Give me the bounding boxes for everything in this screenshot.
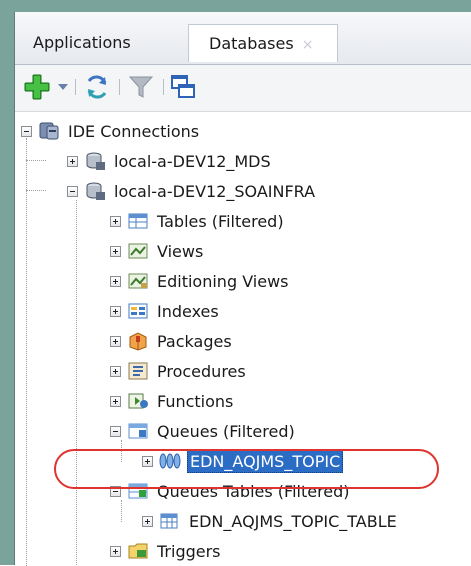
expand-toggle[interactable] (110, 215, 121, 227)
tree-node-packages[interactable]: Packages (110, 326, 234, 356)
table-icon (160, 513, 178, 529)
toolbar-separator (119, 79, 120, 95)
tree-node-label: Tables (Filtered) (157, 211, 284, 231)
tree-node-label: Procedures (157, 361, 246, 381)
procedures-icon (128, 362, 148, 380)
tree-node-queues[interactable]: Queues (Filtered) (110, 416, 297, 446)
tree-node-label: IDE Connections (68, 121, 200, 141)
tree-node-connection[interactable]: local-a-DEV12_MDS (67, 146, 273, 176)
tree-node-views[interactable]: Views (110, 236, 205, 266)
tree-node-root[interactable]: IDE Connections (21, 116, 201, 146)
tree-node-label: Functions (157, 391, 234, 411)
tree-node-indexes[interactable]: Indexes (110, 296, 221, 326)
tab-applications[interactable]: Applications (23, 28, 141, 58)
functions-icon (128, 393, 148, 409)
tree-connector (26, 138, 27, 566)
expand-toggle[interactable] (67, 155, 78, 167)
tab-databases-label: Databases (209, 34, 294, 53)
tree-node-label: Packages (157, 331, 232, 351)
collapse-toggle[interactable] (67, 185, 78, 197)
indexes-icon (128, 303, 148, 319)
expand-toggle[interactable] (110, 395, 121, 407)
tree-connector (26, 160, 46, 161)
editioning-views-icon (128, 273, 148, 289)
close-icon[interactable]: × (302, 37, 314, 53)
connections-icon (39, 122, 59, 140)
refresh-icon[interactable] (83, 73, 111, 101)
views-icon (128, 243, 148, 259)
toolbar-separator (163, 79, 164, 95)
packages-icon (129, 332, 147, 351)
tree-node-table-edn-aqjms-topic-table[interactable]: EDN_AQJMS_TOPIC_TABLE (142, 506, 399, 536)
tree-node-label: Views (157, 241, 204, 261)
expand-toggle[interactable] (110, 275, 121, 287)
toolbar-separator (75, 79, 76, 95)
tree-node-tables[interactable]: Tables (Filtered) (110, 206, 286, 236)
tree-node-label: EDN_AQJMS_TOPIC_TABLE (189, 511, 397, 531)
tree-node-connection[interactable]: local-a-DEV12_SOAINFRA (67, 176, 317, 206)
queues-icon (128, 423, 148, 439)
tree-node-functions[interactable]: Functions (110, 386, 235, 416)
tree-connector (26, 190, 46, 191)
windows-icon[interactable] (169, 73, 197, 101)
tree-connector (76, 200, 77, 565)
window-frame-left (0, 0, 14, 565)
expand-toggle[interactable] (110, 365, 121, 377)
toolbar (15, 65, 471, 112)
tables-icon (128, 213, 148, 229)
filter-icon[interactable] (127, 73, 155, 101)
dropdown-arrow-icon[interactable] (57, 81, 69, 93)
collapse-toggle[interactable] (110, 425, 121, 437)
tree-node-procedures[interactable]: Procedures (110, 356, 248, 386)
tree-node-label: Triggers (157, 541, 221, 561)
expand-toggle[interactable] (142, 515, 153, 527)
window-frame-top (0, 0, 471, 12)
tree-node-label: Editioning Views (157, 271, 289, 291)
tree-node-label: local-a-DEV12_MDS (114, 151, 271, 171)
tab-bar: Applications Databases × (15, 12, 471, 65)
expand-toggle[interactable] (110, 335, 121, 347)
tree-node-label: local-a-DEV12_SOAINFRA (114, 181, 316, 201)
triggers-icon (128, 543, 148, 559)
database-icon (86, 152, 105, 170)
highlight-callout (54, 449, 439, 489)
expand-toggle[interactable] (110, 545, 121, 557)
add-icon[interactable] (23, 73, 51, 101)
connections-tree: IDE Connections local-a-DEV12_MDS local-… (15, 112, 471, 566)
tree-node-triggers[interactable]: Triggers (110, 536, 223, 566)
database-icon (86, 182, 105, 200)
tab-applications-label: Applications (33, 33, 131, 52)
tree-node-label: Queues (Filtered) (157, 421, 295, 441)
tab-databases[interactable]: Databases × (188, 24, 338, 62)
collapse-toggle[interactable] (21, 125, 32, 137)
expand-toggle[interactable] (110, 305, 121, 317)
tree-node-editioning-views[interactable]: Editioning Views (110, 266, 291, 296)
tree-node-label: Indexes (157, 301, 219, 321)
expand-toggle[interactable] (110, 245, 121, 257)
